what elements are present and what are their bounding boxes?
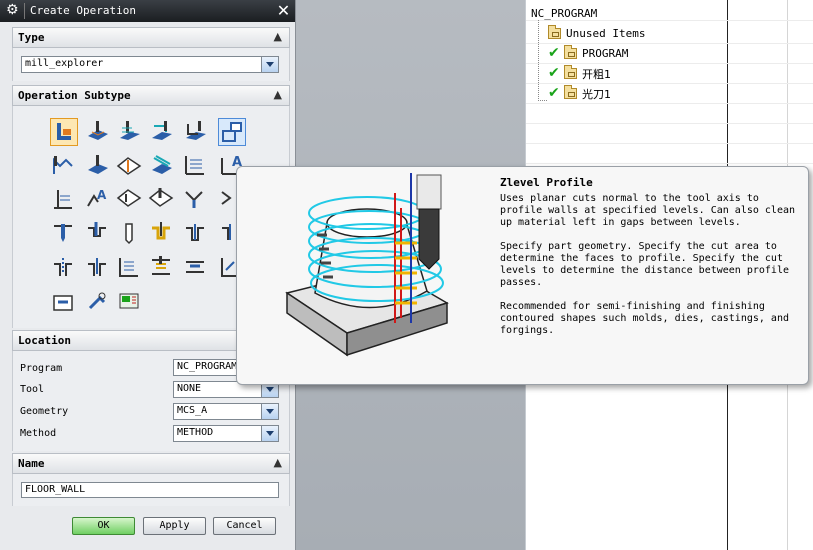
- collapse-icon[interactable]: ▲: [274, 88, 282, 101]
- method-label: Method: [20, 428, 57, 439]
- corner-rough-icon[interactable]: [148, 118, 176, 146]
- collapse-icon[interactable]: ▲: [274, 456, 282, 469]
- type-section-label: Type: [18, 31, 45, 44]
- planar-text-icon[interactable]: A: [84, 186, 112, 214]
- mill-user-icon[interactable]: [84, 288, 112, 316]
- name-section-label: Name: [18, 457, 45, 470]
- contour-steep-icon[interactable]: [182, 152, 210, 180]
- rest-mill-icon[interactable]: [182, 118, 210, 146]
- type-dropdown-value: mill_explorer: [25, 58, 104, 69]
- program-value: NC_PROGRAM: [177, 361, 238, 372]
- floor-wall-icon[interactable]: [50, 118, 78, 146]
- flowcut-ref-tool-icon[interactable]: [116, 186, 144, 214]
- tooltip-paragraph: Uses planar cuts normal to the tool axis…: [500, 193, 796, 228]
- geometry-label: Geometry: [20, 406, 69, 417]
- type-section-header[interactable]: Type ▲: [12, 27, 290, 48]
- nav-root-label[interactable]: NC_PROGRAM: [531, 7, 597, 20]
- flowcut-multiple-icon[interactable]: [50, 186, 78, 214]
- location-section-label: Location: [18, 334, 71, 347]
- boss-mill-icon[interactable]: [148, 254, 176, 282]
- close-icon[interactable]: ✕: [274, 1, 293, 20]
- nav-item-label: Unused Items: [566, 27, 646, 40]
- type-dropdown[interactable]: mill_explorer: [21, 56, 279, 73]
- thread-boss-icon[interactable]: [182, 254, 210, 282]
- flowcut-smooth-icon[interactable]: [148, 186, 176, 214]
- chevron-down-icon[interactable]: [261, 404, 278, 419]
- subtype-section-label: Operation Subtype: [18, 89, 131, 102]
- name-section-header[interactable]: Name ▲: [12, 453, 290, 474]
- name-input[interactable]: FLOOR_WALL: [21, 482, 279, 498]
- thread-mill-icon[interactable]: [84, 254, 112, 282]
- name-section-body: FLOOR_WALL: [12, 474, 290, 506]
- zlevel-corner-icon[interactable]: [50, 152, 78, 180]
- tapping-icon[interactable]: [50, 254, 78, 282]
- method-value: METHOD: [177, 427, 214, 438]
- tooltip-paragraph: Recommended for semi-finishing and finis…: [500, 301, 789, 336]
- contour-area-icon[interactable]: [116, 152, 144, 180]
- drilling-icon[interactable]: [50, 220, 78, 248]
- svg-text:A: A: [97, 188, 107, 202]
- plunge-mill-icon[interactable]: [116, 118, 144, 146]
- folder-icon: [564, 45, 577, 59]
- check-icon: ✔: [548, 65, 560, 81]
- method-dropdown[interactable]: METHOD: [173, 425, 279, 442]
- chevron-down-icon[interactable]: [261, 426, 278, 441]
- fixed-contour-icon[interactable]: [84, 152, 112, 180]
- nav-item-label: 开粗1: [582, 68, 611, 81]
- cavity-drill-icon[interactable]: [148, 220, 176, 248]
- tooltip-title: Zlevel Profile: [500, 176, 593, 189]
- tooltip-paragraph: Specify part geometry. Specify the cut a…: [500, 241, 789, 288]
- zlevel-profile-illustration: [285, 173, 449, 357]
- check-icon: ✔: [548, 85, 560, 101]
- collapse-icon[interactable]: ▲: [274, 30, 282, 43]
- check-icon: ✔: [548, 45, 560, 61]
- program-label: Program: [20, 363, 63, 374]
- machine-control-icon[interactable]: [116, 288, 144, 316]
- dialog-title-bar[interactable]: ⚙ Create Operation ✕: [0, 0, 295, 22]
- subtype-section-header[interactable]: Operation Subtype ▲: [12, 85, 290, 106]
- apply-button[interactable]: Apply: [143, 517, 206, 535]
- hole-mill-icon[interactable]: [116, 254, 144, 282]
- gear-icon[interactable]: ⚙: [6, 2, 19, 18]
- nav-item-label: PROGRAM: [582, 47, 629, 60]
- folder-icon: [564, 85, 577, 99]
- spot-drill-icon[interactable]: [84, 220, 112, 248]
- streamline-icon[interactable]: [148, 152, 176, 180]
- geometry-dropdown[interactable]: MCS_A: [173, 403, 279, 420]
- chevron-down-icon[interactable]: [261, 57, 278, 72]
- dialog-title: Create Operation: [30, 4, 136, 17]
- mill-control-icon[interactable]: [50, 288, 78, 316]
- counterbore-icon[interactable]: [182, 220, 210, 248]
- tool-value: NONE: [177, 383, 202, 394]
- zlevel-profile-icon[interactable]: [218, 118, 246, 146]
- folder-icon: [548, 25, 561, 39]
- cavity-mill-icon[interactable]: [84, 118, 112, 146]
- tool-label: Tool: [20, 384, 45, 395]
- tool-holder-icon[interactable]: [116, 220, 144, 248]
- nav-item-label: 光刀1: [582, 88, 611, 101]
- ok-button[interactable]: OK: [72, 517, 135, 535]
- type-section-body: mill_explorer: [12, 48, 290, 81]
- name-input-value: FLOOR_WALL: [25, 484, 86, 495]
- folder-icon: [564, 65, 577, 79]
- operation-tooltip: Zlevel Profile Uses planar cuts normal t…: [236, 166, 809, 385]
- cancel-button[interactable]: Cancel: [213, 517, 276, 535]
- solid-profile-icon[interactable]: [182, 186, 210, 214]
- geometry-value: MCS_A: [177, 405, 208, 416]
